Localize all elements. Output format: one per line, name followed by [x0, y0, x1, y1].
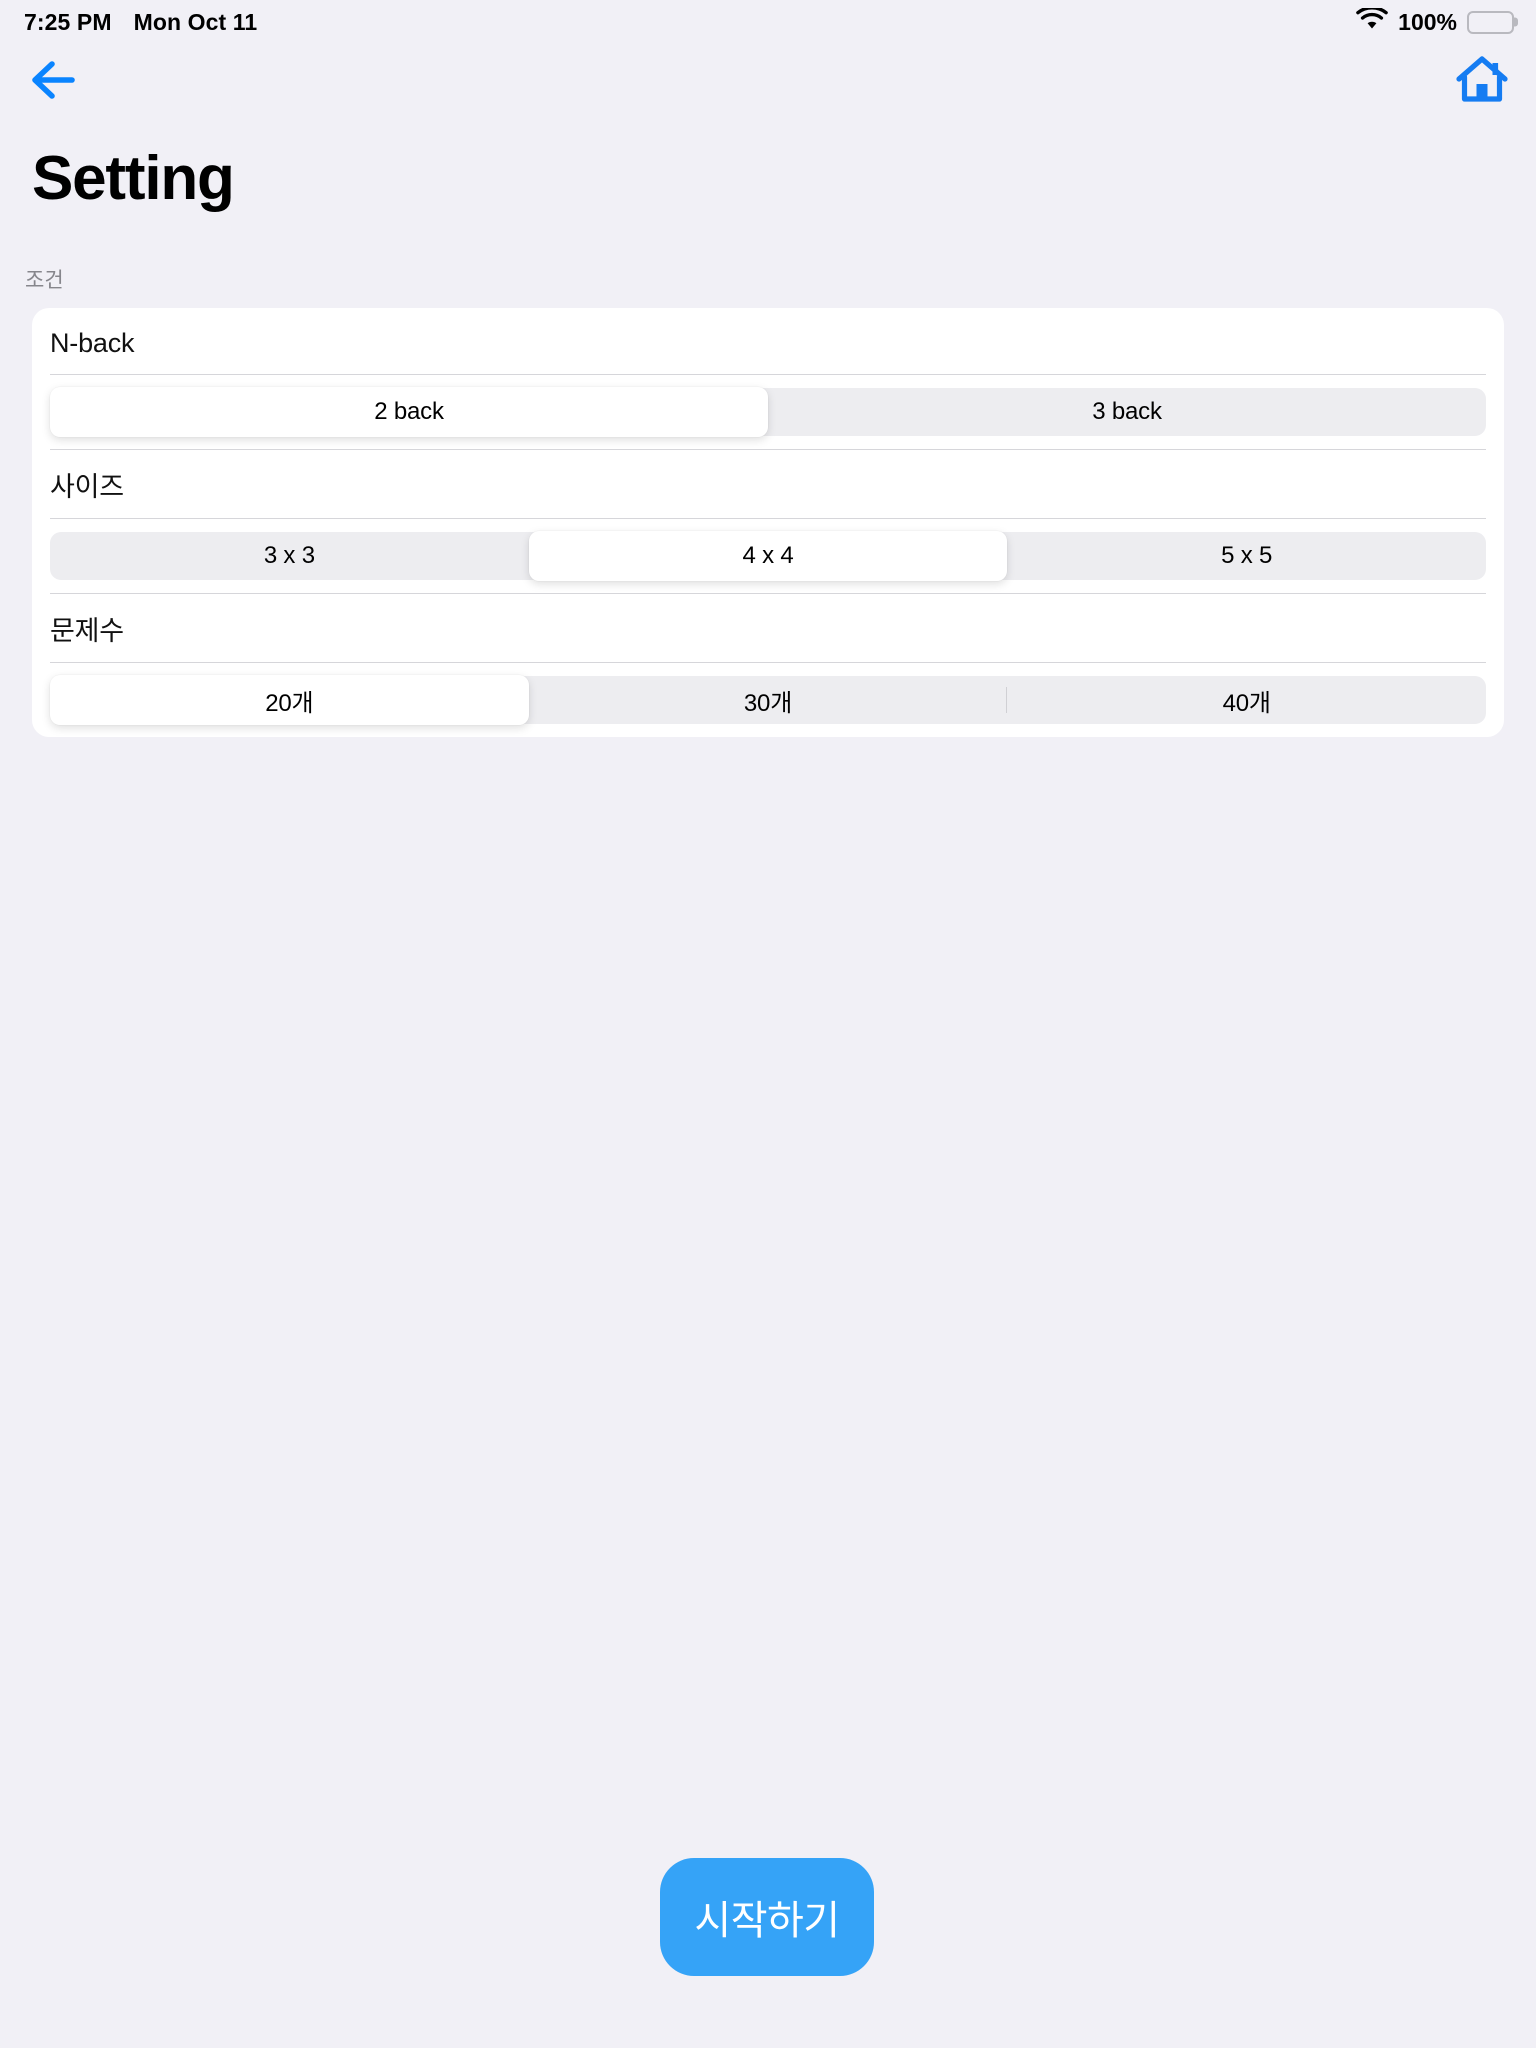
screen: 7:25 PM Mon Oct 11 100% Setting 조건 N-bac… [0, 0, 1536, 2048]
settings-card: N-back 2 back 3 back 사이즈 3 x 3 4 x 4 5 x… [32, 308, 1504, 737]
status-bar-right: 100% [1356, 5, 1518, 37]
back-button[interactable] [22, 52, 84, 108]
arrow-left-icon [32, 61, 75, 99]
wifi-icon [1356, 5, 1388, 37]
status-bar-left: 7:25 PM Mon Oct 11 [24, 9, 257, 36]
segmented-control-n-back-wrap: 2 back 3 back [50, 375, 1486, 449]
start-button[interactable]: 시작하기 [660, 1858, 874, 1976]
segmented-control-n-back[interactable]: 2 back 3 back [50, 387, 1486, 437]
segmented-control-size-wrap: 3 x 3 4 x 4 5 x 5 [50, 519, 1486, 593]
segment-option-5x5[interactable]: 5 x 5 [1007, 532, 1486, 580]
setting-label-n-back: N-back [50, 327, 135, 358]
segment-option-2-back[interactable]: 2 back [50, 387, 768, 437]
setting-label-question-count: 문제수 [50, 615, 124, 646]
home-icon [1456, 56, 1508, 102]
segment-option-4x4[interactable]: 4 x 4 [528, 531, 1008, 581]
segment-option-40[interactable]: 40개 [1007, 676, 1486, 724]
segment-option-20[interactable]: 20개 [50, 675, 529, 725]
segmented-control-question-count-wrap: 20개 30개 40개 [50, 663, 1486, 737]
page-title: Setting [32, 144, 235, 213]
battery-percent-label: 100% [1398, 8, 1457, 35]
setting-label-size: 사이즈 [50, 471, 124, 502]
segment-option-3-back[interactable]: 3 back [768, 388, 1486, 436]
status-bar: 7:25 PM Mon Oct 11 100% [0, 0, 1536, 44]
segmented-control-question-count[interactable]: 20개 30개 40개 [50, 675, 1486, 725]
status-time: 7:25 PM [24, 8, 112, 35]
navigation-bar [0, 44, 1536, 116]
home-button[interactable] [1452, 52, 1512, 108]
segment-option-3x3[interactable]: 3 x 3 [50, 532, 529, 580]
section-label: 조건 [25, 269, 64, 292]
battery-full-icon [1467, 10, 1518, 34]
status-date: Mon Oct 11 [133, 8, 258, 35]
segment-option-30[interactable]: 30개 [529, 676, 1008, 724]
battery-nub [1514, 17, 1518, 27]
segmented-control-size[interactable]: 3 x 3 4 x 4 5 x 5 [50, 531, 1486, 581]
